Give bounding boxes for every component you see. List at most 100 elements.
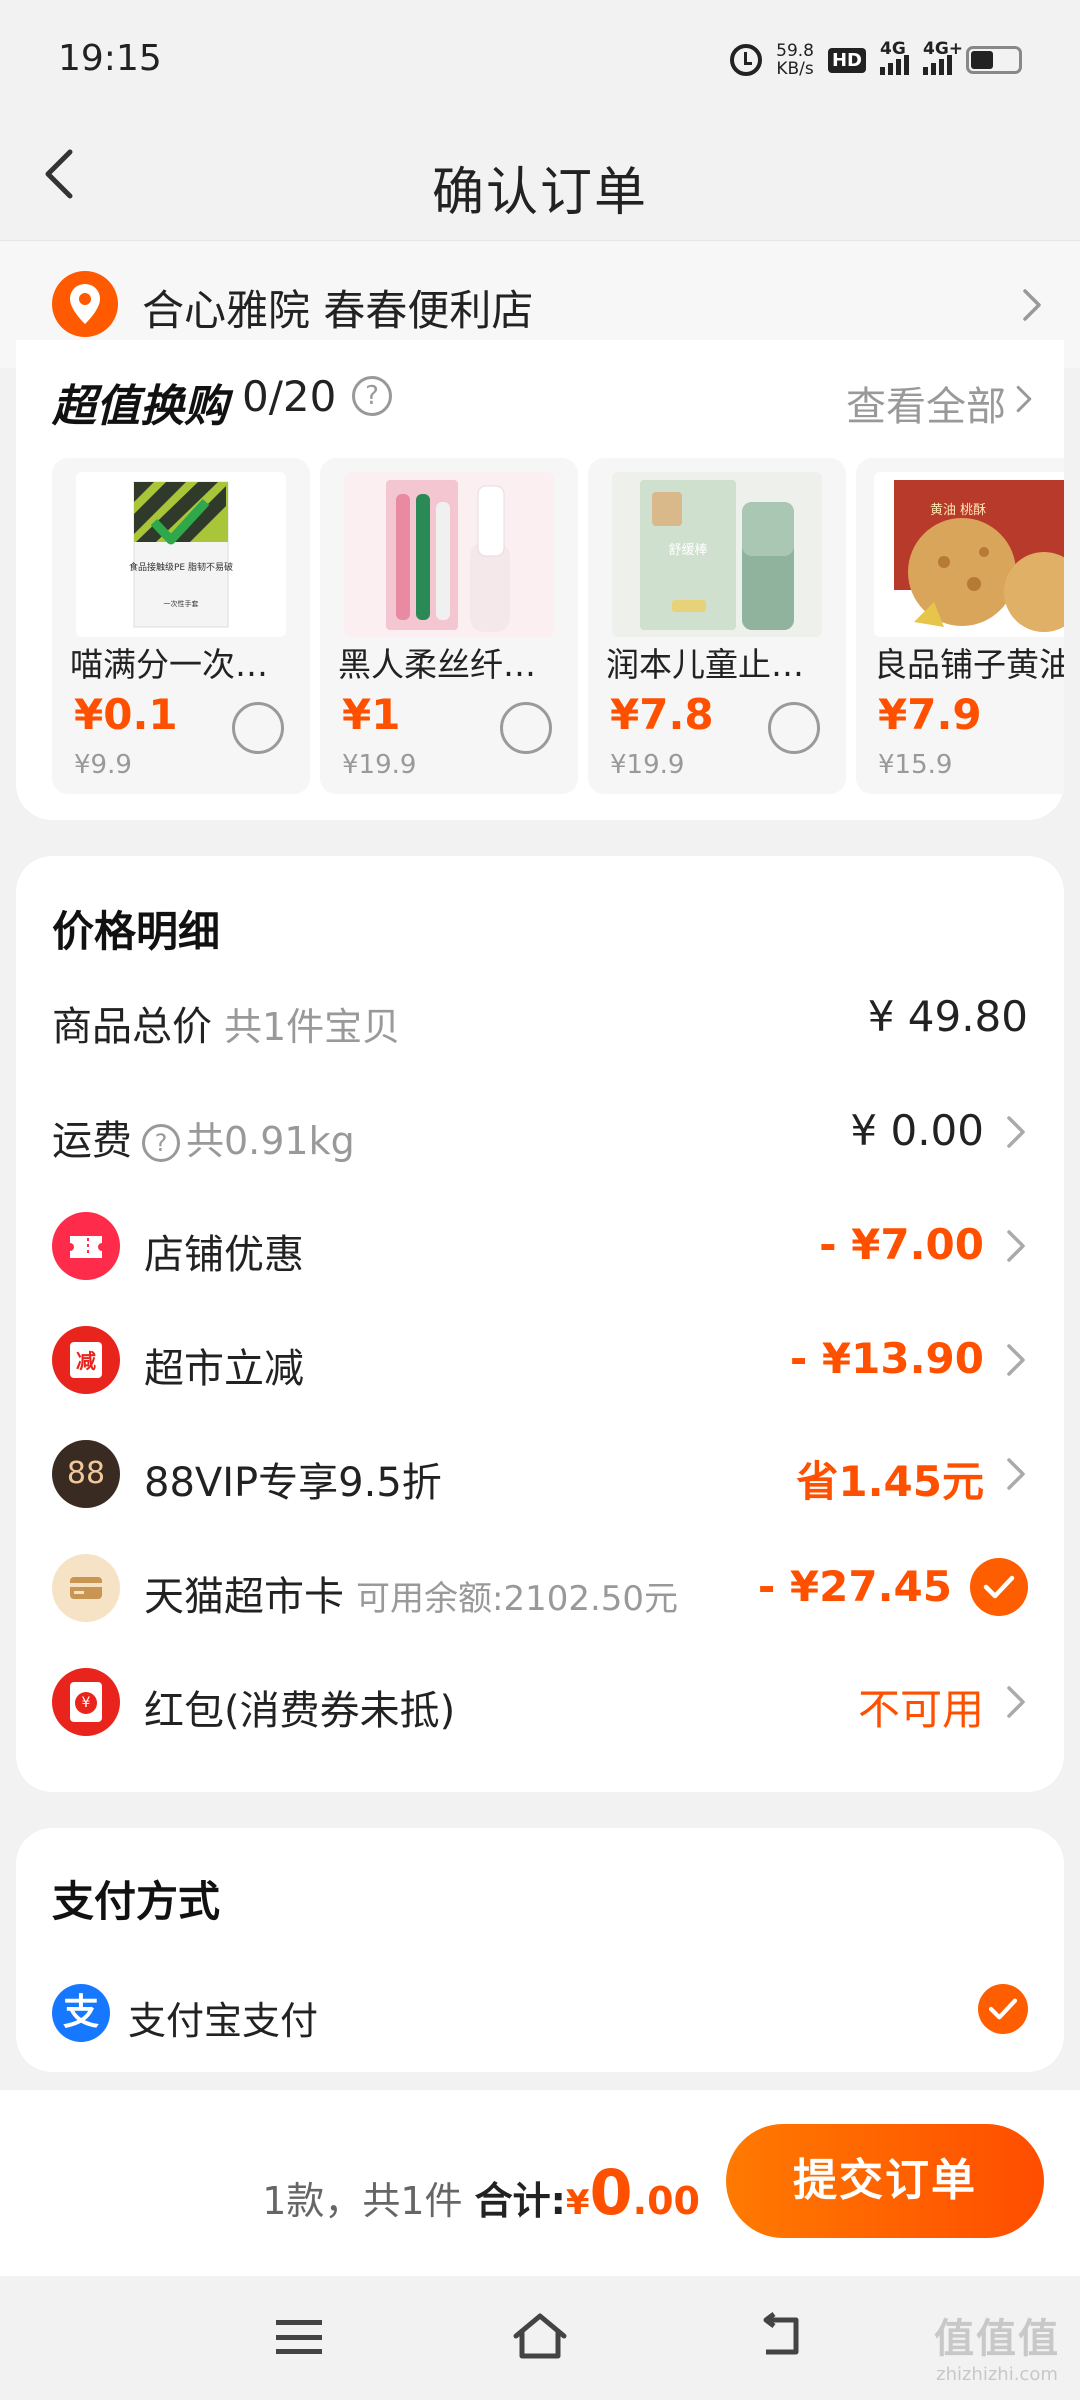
net-speed: 59.8 KB/s <box>776 42 814 78</box>
shipping-label: 运费? 共0.91kg <box>52 1118 355 1164</box>
select-radio[interactable] <box>768 702 820 754</box>
exchange-product-list: 食品接触级PE 脂韧不易破 一次性手套 喵满分一次性PE手套 ¥0.1 ¥9.9 <box>52 458 1064 794</box>
vip-discount-label: 88VIP专享9.5折 <box>144 1460 442 1506</box>
red-packet-status: 不可用 <box>857 1685 984 1734</box>
item-count: 1款，共1件 <box>262 2179 463 2223</box>
product-original-price: ¥15.9 <box>878 750 953 780</box>
hd-icon: HD <box>827 47 866 73</box>
red-packet-label: 红包(消费券未抵) <box>144 1688 456 1734</box>
help-icon[interactable]: ? <box>352 376 392 416</box>
submit-bar: 1款，共1件 合计:¥0.00 提交订单 <box>0 2090 1080 2276</box>
red-packet-row[interactable]: ¥ 红包(消费券未抵) 不可用 <box>52 1662 1028 1742</box>
goods-total-value: ¥ 49.80 <box>867 992 1028 1041</box>
product-name: 润本儿童止痒舒缓棒 <box>606 645 836 684</box>
back-nav-icon[interactable] <box>756 2312 808 2360</box>
market-card-label: 天猫超市卡 可用余额:2102.50元 <box>144 1574 679 1620</box>
signal-icon-sim2: 4G+ <box>923 39 963 75</box>
product-card[interactable]: 舒缓棒 润本儿童止痒舒缓棒 ¥7.8 ¥19.9 <box>588 458 846 794</box>
select-radio[interactable] <box>500 702 552 754</box>
signal-icon-sim1: 4G <box>880 39 909 75</box>
product-price: ¥0.1 <box>74 690 178 739</box>
payment-method-card: 支付方式 支 支付宝支付 <box>16 1828 1064 2072</box>
store-discount-row[interactable]: 店铺优惠 - ¥7.00 <box>52 1206 1028 1286</box>
exchange-title: 超值换购 <box>52 381 228 432</box>
coupon-ticket-icon <box>52 1212 120 1280</box>
status-icons: 59.8 KB/s HD 4G 4G+ <box>730 38 1022 82</box>
exchange-purchase-card: 超值换购 0/20 ? 查看全部 食品接触级PE 脂韧不易破 一次性手套 喵满分… <box>16 340 1064 820</box>
market-card-value: - ¥27.45 <box>757 1562 952 1611</box>
market-cut-value: - ¥13.90 <box>789 1334 984 1383</box>
radio-checked-icon[interactable] <box>978 1984 1028 2034</box>
help-icon[interactable]: ? <box>142 1124 180 1162</box>
product-name: 良品铺子黄油桃酥 <box>874 645 1064 684</box>
total-integer: 0 <box>589 2156 633 2229</box>
view-all-link[interactable]: 查看全部 <box>846 374 1006 432</box>
checkbox-checked-icon[interactable] <box>970 1558 1028 1616</box>
menu-icon[interactable] <box>276 2320 322 2354</box>
chevron-right-icon <box>1007 1458 1025 1490</box>
sim1-label: 4G <box>880 39 906 59</box>
product-price: ¥7.8 <box>610 690 714 739</box>
page-title: 确认订单 <box>431 163 648 223</box>
total-currency: ¥ <box>565 2183 590 2223</box>
total-label: 合计: <box>474 2179 566 2223</box>
alarm-icon <box>730 44 763 76</box>
payment-method-label[interactable]: 支付宝支付 <box>128 1990 318 2045</box>
net-speed-unit: KB/s <box>776 59 814 79</box>
submit-order-button[interactable]: 提交订单 <box>726 2124 1044 2238</box>
product-name: 黑人柔丝纤毛牙刷 <box>338 645 568 684</box>
product-image-cookies: 黄油 桃酥 <box>874 472 1064 637</box>
product-image-gloves: 食品接触级PE 脂韧不易破 一次性手套 <box>76 472 286 637</box>
store-discount-label: 店铺优惠 <box>144 1232 304 1278</box>
order-summary: 1款，共1件 合计:¥0.00 <box>262 2156 700 2229</box>
status-time: 19:15 <box>58 38 162 79</box>
status-bar: 19:15 59.8 KB/s HD 4G 4G+ <box>0 0 1080 120</box>
system-nav-bar: 值值值 zhizhizhi.com <box>0 2276 1080 2400</box>
product-price: ¥1 <box>342 690 401 739</box>
shipping-weight: 共0.91kg <box>186 1119 355 1163</box>
chevron-right-icon <box>1007 1230 1025 1262</box>
chevron-right-icon <box>1007 1686 1025 1718</box>
svg-text:舒缓棒: 舒缓棒 <box>668 543 707 558</box>
vip-discount-row[interactable]: 88 88VIP专享9.5折 省1.45元 <box>52 1434 1028 1514</box>
card-balance: 可用余额:2102.50元 <box>356 1579 679 1619</box>
shipping-row[interactable]: 运费? 共0.91kg ¥ 0.00 <box>52 1092 1028 1172</box>
red-packet-icon: ¥ <box>52 1668 120 1736</box>
product-image-soothing-stick: 舒缓棒 <box>612 472 822 637</box>
goods-total-row: 商品总价 共1件宝贝 ¥ 49.80 <box>52 978 1028 1058</box>
market-card-row[interactable]: 天猫超市卡 可用余额:2102.50元 - ¥27.45 <box>52 1548 1028 1628</box>
product-card[interactable]: 黑人柔丝纤毛牙刷 ¥1 ¥19.9 <box>320 458 578 794</box>
select-radio[interactable] <box>232 702 284 754</box>
battery-icon <box>966 46 1022 74</box>
market-cut-row[interactable]: 减 超市立减 - ¥13.90 <box>52 1320 1028 1400</box>
market-cut-label: 超市立减 <box>144 1346 304 1392</box>
exchange-count: 0/20 <box>242 372 337 421</box>
sim2-label: 4G+ <box>923 39 964 59</box>
reduce-badge-icon: 减 <box>52 1326 120 1394</box>
product-card[interactable]: 食品接触级PE 脂韧不易破 一次性手套 喵满分一次性PE手套 ¥0.1 ¥9.9 <box>52 458 310 794</box>
home-icon[interactable] <box>510 2310 570 2362</box>
goods-total-label: 商品总价 共1件宝贝 <box>52 1004 401 1050</box>
vip-88-icon: 88 <box>52 1440 120 1508</box>
gift-card-icon <box>52 1554 120 1622</box>
nav-bar: 确认订单 <box>0 110 1080 240</box>
svg-text:一次性手套: 一次性手套 <box>164 599 199 608</box>
net-speed-value: 59.8 <box>776 41 814 61</box>
chevron-right-icon <box>1023 289 1041 321</box>
price-detail-card: 价格明细 商品总价 共1件宝贝 ¥ 49.80 运费? 共0.91kg ¥ 0.00… <box>16 856 1064 1792</box>
product-card[interactable]: 黄油 桃酥 良品铺子黄油桃酥 ¥7.9 ¥15.9 <box>856 458 1064 794</box>
product-image-toothbrush <box>344 472 554 637</box>
svg-text:食品接触级PE 脂韧不易破: 食品接触级PE 脂韧不易破 <box>129 561 233 573</box>
chevron-right-icon <box>1007 1116 1025 1148</box>
product-price: ¥7.9 <box>878 690 982 739</box>
shipping-value: ¥ 0.00 <box>850 1106 984 1155</box>
alipay-icon: 支 <box>52 1984 110 2042</box>
total-decimal: .00 <box>632 2179 700 2223</box>
svg-text:黄油 桃酥: 黄油 桃酥 <box>930 503 986 518</box>
watermark-brand: 值值值 <box>934 2316 1060 2362</box>
product-original-price: ¥19.9 <box>342 750 417 780</box>
store-discount-value: - ¥7.00 <box>819 1220 984 1269</box>
chevron-right-icon <box>1007 1344 1025 1376</box>
address-text: 合心雅院 春春便利店 <box>142 286 534 335</box>
watermark: 值值值 zhizhizhi.com <box>934 2306 1060 2385</box>
